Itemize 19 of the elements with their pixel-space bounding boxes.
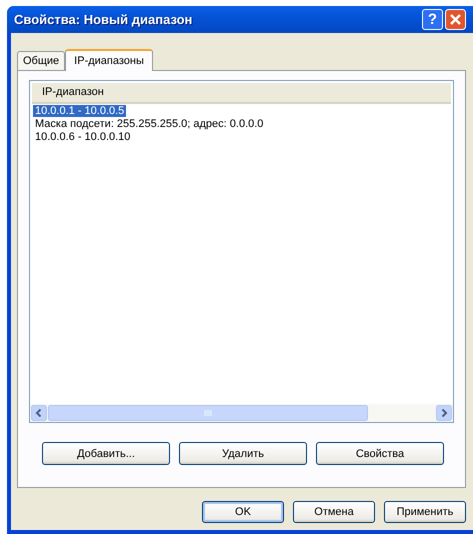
window-title: Свойства: Новый диапазон bbox=[14, 12, 192, 27]
tab[interactable]: Общие bbox=[17, 51, 66, 70]
column-header[interactable]: IP-диапазон bbox=[32, 83, 451, 104]
scroll-left-icon[interactable] bbox=[31, 405, 47, 421]
list-item[interactable]: 10.0.0.6 - 10.0.0.10 bbox=[33, 131, 132, 143]
tab[interactable]: IP-диапазоны bbox=[65, 49, 153, 71]
dialog-button[interactable]: Отмена bbox=[293, 501, 375, 523]
action-button[interactable]: Добавить... bbox=[42, 442, 170, 465]
horizontal-scrollbar[interactable] bbox=[30, 404, 453, 422]
scroll-right-icon[interactable] bbox=[436, 405, 452, 421]
list-item[interactable]: 10.0.0.1 - 10.0.0.5 bbox=[33, 105, 126, 117]
action-button[interactable]: Свойства bbox=[316, 442, 444, 465]
action-button[interactable]: Удалить bbox=[179, 442, 307, 465]
close-icon[interactable] bbox=[445, 9, 466, 30]
dialog-button[interactable]: OK bbox=[202, 501, 284, 523]
list-item[interactable]: Маска подсети: 255.255.255.0; адрес: 0.0.0.0 bbox=[33, 118, 266, 130]
dialog-button[interactable]: Применить bbox=[384, 501, 466, 523]
help-button[interactable]: ? bbox=[422, 9, 443, 30]
scroll-thumb-icon[interactable] bbox=[48, 405, 368, 421]
